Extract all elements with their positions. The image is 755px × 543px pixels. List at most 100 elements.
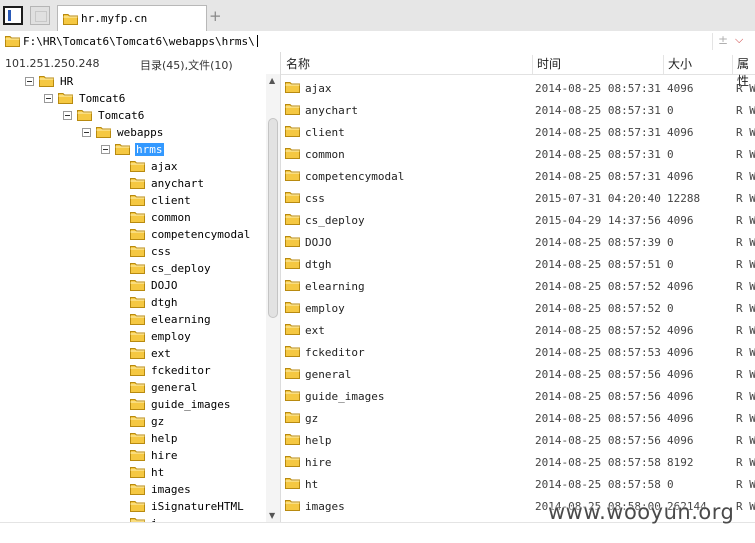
- folder-icon: [285, 433, 300, 445]
- tab-hr-myfp[interactable]: hr.myfp.cn: [57, 5, 207, 31]
- file-name: competencymodal: [305, 170, 405, 183]
- list-item[interactable]: dtgh 2014-08-25 08:57:51 0 R W: [281, 253, 755, 275]
- tree-node[interactable]: Tomcat6: [44, 91, 266, 108]
- folder-icon: [130, 347, 145, 359]
- folder-icon: [130, 194, 145, 206]
- list-item[interactable]: ajax 2014-08-25 08:57:31 4096 R W: [281, 77, 755, 99]
- dir-file-counts: 目录(45),文件(10): [140, 59, 233, 72]
- window-icon[interactable]: [30, 6, 50, 25]
- folder-icon: [130, 330, 145, 342]
- tree-node-label: client: [151, 194, 191, 207]
- file-time: 2014-08-25 08:57:31: [535, 126, 661, 139]
- tree-node[interactable]: dtgh: [120, 295, 266, 312]
- folder-icon: [285, 169, 300, 181]
- scrollbar-thumb[interactable]: [268, 118, 278, 318]
- tree-node[interactable]: HR: [25, 74, 266, 91]
- tree-node[interactable]: cs_deploy: [120, 261, 266, 278]
- tree-node[interactable]: hire: [120, 448, 266, 465]
- tree-node-label: hire: [151, 449, 178, 462]
- tree-node[interactable]: hrms: [101, 142, 266, 159]
- tree-node[interactable]: common: [120, 210, 266, 227]
- list-item[interactable]: competencymodal 2014-08-25 08:57:31 4096 R …: [281, 165, 755, 187]
- list-item[interactable]: DOJO 2014-08-25 08:57:39 0 R W: [281, 231, 755, 253]
- panel-toggle-icon[interactable]: [3, 6, 23, 25]
- column-header-size[interactable]: 大小: [663, 55, 692, 74]
- collapse-icon[interactable]: [82, 128, 91, 137]
- file-size: 4096: [667, 126, 694, 139]
- column-header-attr[interactable]: 属性: [732, 55, 755, 88]
- tree-node[interactable]: guide_images: [120, 397, 266, 414]
- file-attr: R W: [736, 104, 755, 117]
- tree-node-label: Tomcat6: [79, 92, 126, 105]
- list-item[interactable]: help 2014-08-25 08:57:56 4096 R W: [281, 429, 755, 451]
- folder-icon: [285, 411, 300, 423]
- tree-node[interactable]: ht: [120, 465, 266, 482]
- folder-icon: [130, 500, 145, 512]
- file-time: 2014-08-25 08:57:56: [535, 390, 661, 403]
- collapse-icon[interactable]: [25, 77, 34, 86]
- tree-node[interactable]: iSignatureHTML: [120, 499, 266, 516]
- tree-node[interactable]: competencymodal: [120, 227, 266, 244]
- file-name: DOJO: [305, 236, 332, 249]
- file-attr: R W: [736, 390, 755, 403]
- tree-node[interactable]: DOJO: [120, 278, 266, 295]
- tree-node[interactable]: fckeditor: [120, 363, 266, 380]
- list-item[interactable]: anychart 2014-08-25 08:57:31 0 R W: [281, 99, 755, 121]
- file-attr: R W: [736, 170, 755, 183]
- folder-icon: [130, 364, 145, 376]
- file-list: ajax 2014-08-25 08:57:31 4096 R W anychart 20…: [281, 77, 755, 522]
- folder-icon: [130, 160, 145, 172]
- collapse-icon[interactable]: [44, 94, 53, 103]
- list-item[interactable]: css 2015-07-31 04:20:40 12288 R W: [281, 187, 755, 209]
- list-item[interactable]: employ 2014-08-25 08:57:52 0 R W: [281, 297, 755, 319]
- list-item[interactable]: common 2014-08-25 08:57:31 0 R W: [281, 143, 755, 165]
- tree-node[interactable]: employ: [120, 329, 266, 346]
- file-name: client: [305, 126, 345, 139]
- scroll-down-icon[interactable]: ▼: [269, 511, 275, 520]
- tree-node-label: ajax: [151, 160, 178, 173]
- file-time: 2014-08-25 08:57:31: [535, 104, 661, 117]
- tree-node-label: elearning: [151, 313, 211, 326]
- folder-icon: [130, 245, 145, 257]
- collapse-icon[interactable]: [101, 145, 110, 154]
- tree-node[interactable]: gz: [120, 414, 266, 431]
- file-name: general: [305, 368, 352, 381]
- list-item[interactable]: gz 2014-08-25 08:57:56 4096 R W: [281, 407, 755, 429]
- list-item[interactable]: ht 2014-08-25 08:57:58 0 R W: [281, 473, 755, 495]
- file-size: 0: [667, 478, 674, 491]
- list-item[interactable]: elearning 2014-08-25 08:57:52 4096 R W: [281, 275, 755, 297]
- folder-icon: [130, 381, 145, 393]
- file-name: hire: [305, 456, 332, 469]
- list-item[interactable]: general 2014-08-25 08:57:56 4096 R W: [281, 363, 755, 385]
- file-size: 4096: [667, 170, 694, 183]
- tree-node[interactable]: general: [120, 380, 266, 397]
- tree-scrollbar[interactable]: ▲ ▼: [266, 74, 280, 522]
- tree-node[interactable]: client: [120, 193, 266, 210]
- list-item[interactable]: cs_deploy 2015-04-29 14:37:56 4096 R W: [281, 209, 755, 231]
- path-input[interactable]: F:\HR\Tomcat6\Tomcat6\webapps\hrms\: [23, 35, 258, 48]
- tree-node[interactable]: css: [120, 244, 266, 261]
- chevron-down-icon[interactable]: ⌵: [735, 33, 743, 47]
- file-name: help: [305, 434, 332, 447]
- collapse-icon[interactable]: [63, 111, 72, 120]
- tree-node[interactable]: webapps: [82, 125, 266, 142]
- column-header-time[interactable]: 时间: [532, 55, 561, 74]
- tree-node[interactable]: anychart: [120, 176, 266, 193]
- tree-node[interactable]: ext: [120, 346, 266, 363]
- tree-node[interactable]: elearning: [120, 312, 266, 329]
- list-item[interactable]: fckeditor 2014-08-25 08:57:53 4096 R W: [281, 341, 755, 363]
- tree-node[interactable]: ajax: [120, 159, 266, 176]
- list-item[interactable]: guide_images 2014-08-25 08:57:56 4096 R W: [281, 385, 755, 407]
- list-item[interactable]: ext 2014-08-25 08:57:52 4096 R W: [281, 319, 755, 341]
- tree-node[interactable]: help: [120, 431, 266, 448]
- column-header-name[interactable]: 名称: [286, 55, 310, 74]
- tree-node[interactable]: images: [120, 482, 266, 499]
- file-time: 2014-08-25 08:57:56: [535, 434, 661, 447]
- plus-minus-icon[interactable]: ±: [718, 33, 728, 47]
- list-item[interactable]: hire 2014-08-25 08:57:58 8192 R W: [281, 451, 755, 473]
- scroll-up-icon[interactable]: ▲: [269, 76, 275, 85]
- list-item[interactable]: client 2014-08-25 08:57:31 4096 R W: [281, 121, 755, 143]
- folder-icon: [58, 92, 73, 104]
- add-tab-button[interactable]: +: [209, 7, 222, 25]
- tree-node[interactable]: Tomcat6: [63, 108, 266, 125]
